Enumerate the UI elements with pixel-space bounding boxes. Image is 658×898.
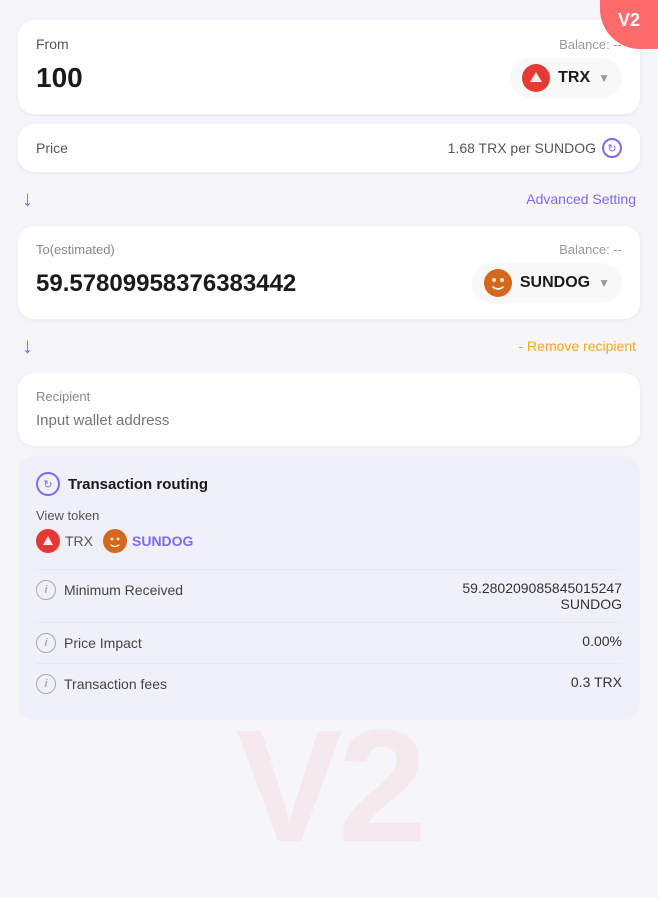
transaction-fees-row: i Transaction fees 0.3 TRX bbox=[36, 663, 622, 704]
from-amount-input[interactable] bbox=[36, 62, 388, 94]
to-token-chevron: ▼ bbox=[598, 276, 610, 290]
to-token-name: SUNDOG bbox=[520, 274, 590, 292]
routing-trx-item[interactable]: TRX bbox=[36, 529, 93, 553]
arrow-advanced-row: ↓ Advanced Setting bbox=[18, 182, 640, 216]
price-value-text: 1.68 TRX per SUNDOG bbox=[448, 140, 596, 156]
routing-icon: ↻ bbox=[36, 472, 60, 496]
routing-title: Transaction routing bbox=[68, 476, 208, 493]
transaction-fees-label: Transaction fees bbox=[64, 676, 167, 692]
remove-recipient-button[interactable]: - Remove recipient bbox=[519, 338, 637, 354]
minimum-received-label: Minimum Received bbox=[64, 582, 183, 598]
from-token-name: TRX bbox=[558, 69, 590, 87]
routing-section: ↻ Transaction routing View token TRX bbox=[18, 456, 640, 720]
arrow-down-icon-1[interactable]: ↓ bbox=[22, 186, 33, 212]
from-label: From bbox=[36, 36, 69, 52]
minimum-received-info-icon[interactable]: i bbox=[36, 580, 56, 600]
refresh-icon[interactable]: ↻ bbox=[602, 138, 622, 158]
routing-trx-icon bbox=[36, 529, 60, 553]
sundog-icon bbox=[484, 269, 512, 297]
routing-sundog-item[interactable]: SUNDOG bbox=[103, 529, 193, 553]
price-value-row: 1.68 TRX per SUNDOG ↻ bbox=[448, 138, 622, 158]
recipient-card: Recipient bbox=[18, 373, 640, 446]
minimum-received-value: 59.280209085845015247 SUNDOG bbox=[462, 580, 622, 612]
routing-sundog-icon bbox=[103, 529, 127, 553]
token-list: TRX SUNDOG bbox=[36, 529, 622, 553]
routing-trx-name: TRX bbox=[65, 533, 93, 549]
from-token-selector[interactable]: TRX ▼ bbox=[510, 58, 622, 98]
price-impact-value: 0.00% bbox=[582, 633, 622, 649]
minimum-received-row: i Minimum Received 59.280209085845015247… bbox=[36, 569, 622, 622]
price-impact-row: i Price Impact 0.00% bbox=[36, 622, 622, 663]
to-balance: Balance: -- bbox=[559, 242, 622, 257]
from-card: From Balance: -- TRX ▼ bbox=[18, 20, 640, 114]
from-token-chevron: ▼ bbox=[598, 71, 610, 85]
routing-sundog-name: SUNDOG bbox=[132, 533, 193, 549]
price-impact-label: Price Impact bbox=[64, 635, 142, 651]
price-label: Price bbox=[36, 140, 68, 156]
price-impact-info-icon[interactable]: i bbox=[36, 633, 56, 653]
advanced-setting-button[interactable]: Advanced Setting bbox=[526, 191, 636, 207]
to-label: To(estimated) bbox=[36, 242, 115, 257]
arrow-remove-row: ↓ - Remove recipient bbox=[18, 329, 640, 363]
trx-icon bbox=[522, 64, 550, 92]
recipient-label: Recipient bbox=[36, 389, 622, 404]
transaction-fees-value: 0.3 TRX bbox=[571, 674, 622, 690]
arrow-down-icon-2[interactable]: ↓ bbox=[22, 333, 33, 359]
to-amount: 59.57809958376383442 bbox=[36, 270, 296, 298]
view-token-label: View token bbox=[36, 508, 622, 523]
to-token-selector[interactable]: SUNDOG ▼ bbox=[472, 263, 622, 303]
to-card: To(estimated) Balance: -- 59.57809958376… bbox=[18, 226, 640, 319]
transaction-fees-info-icon[interactable]: i bbox=[36, 674, 56, 694]
recipient-address-input[interactable] bbox=[36, 412, 622, 429]
price-card: Price 1.68 TRX per SUNDOG ↻ bbox=[18, 124, 640, 172]
